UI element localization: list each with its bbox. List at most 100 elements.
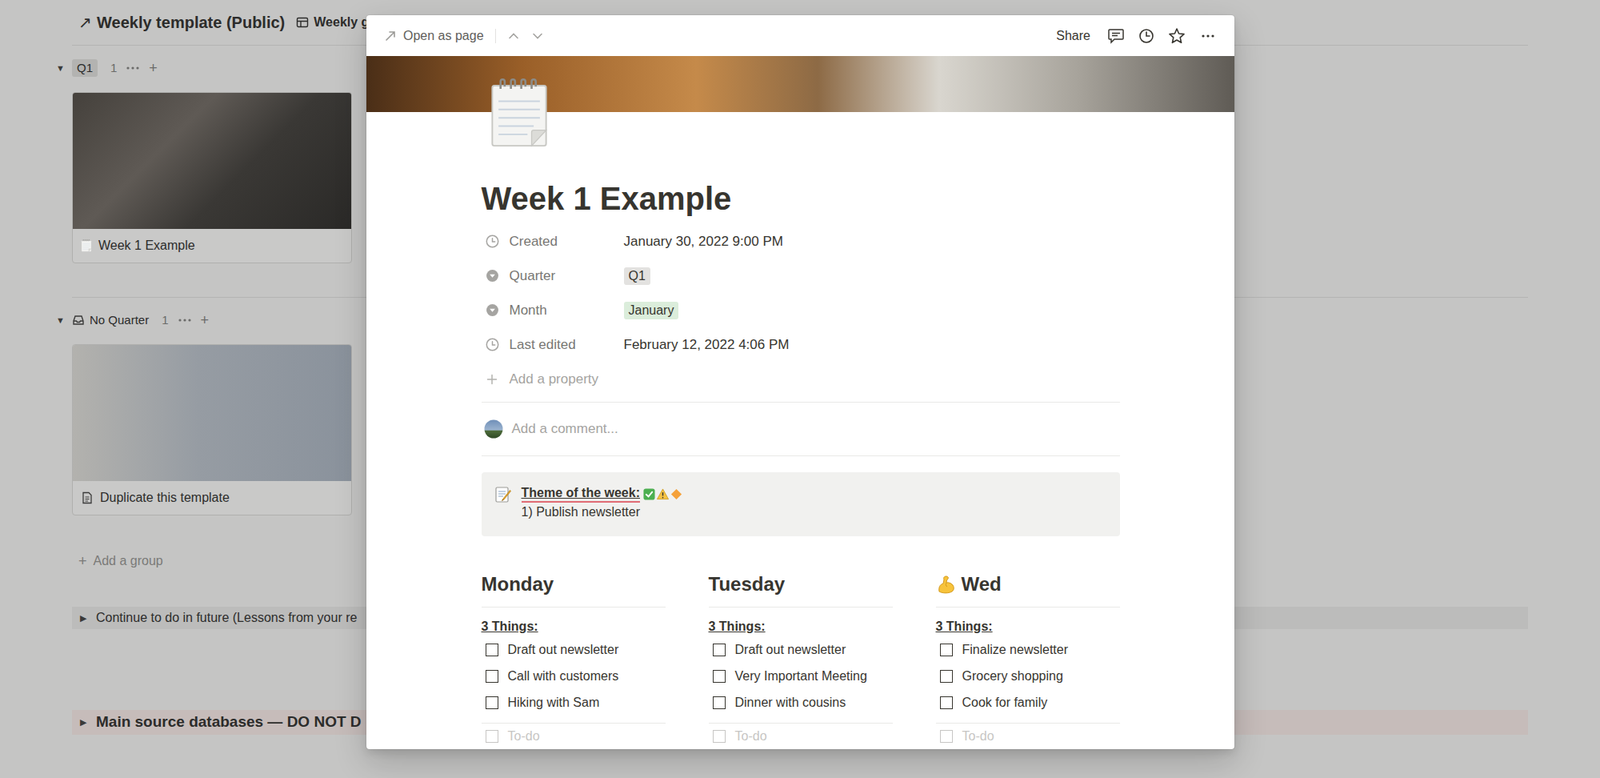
day-heading: Tuesday xyxy=(708,571,893,608)
todo-checkbox[interactable] xyxy=(940,643,953,656)
callout-text: Theme of the week:1) Publish newsletter xyxy=(521,484,683,522)
plus-icon: + xyxy=(78,550,88,572)
property-row: MonthJanuary xyxy=(481,292,1120,328)
new-todo-row[interactable]: To-do xyxy=(481,722,666,749)
star-icon[interactable] xyxy=(1168,27,1186,45)
property-value: February 12, 2022 4:06 PM xyxy=(624,334,790,356)
property-tag[interactable]: Q1 xyxy=(624,267,651,285)
page-notepad-icon[interactable] xyxy=(488,78,551,149)
add-property-button[interactable]: Add a property xyxy=(481,361,1120,396)
todo-placeholder[interactable]: To-do xyxy=(508,726,540,746)
property-label[interactable]: Month xyxy=(509,300,624,321)
todo-checkbox-empty[interactable] xyxy=(712,729,726,743)
separator xyxy=(495,28,496,44)
add-group-label[interactable]: Add a group xyxy=(93,551,164,571)
toggle-arrow[interactable]: ▶ xyxy=(80,611,87,625)
comment-row: Add a comment... xyxy=(481,401,1120,456)
group-count: 1 xyxy=(110,59,117,78)
board-card[interactable]: Duplicate this template xyxy=(72,344,352,516)
todo-checkbox[interactable] xyxy=(940,696,953,709)
add-card-button[interactable]: + xyxy=(148,57,158,80)
page-peek-modal: Open as pageShareWeek 1 ExampleCreatedJa… xyxy=(366,15,1235,749)
card-title[interactable]: Duplicate this template xyxy=(100,488,230,508)
new-todo-row[interactable]: To-do xyxy=(936,722,1120,749)
todo-placeholder[interactable]: To-do xyxy=(735,726,768,746)
orange-diamond-icon xyxy=(670,488,683,500)
todo-item[interactable]: Draft out newsletter xyxy=(481,636,666,663)
property-value: January 30, 2022 9:00 PM xyxy=(624,231,784,252)
view-tab-label[interactable]: Weekly g xyxy=(313,12,369,32)
more-icon[interactable] xyxy=(1199,34,1217,38)
toggle-arrow[interactable]: ▶ xyxy=(80,715,87,729)
todo-checkbox[interactable] xyxy=(712,643,726,656)
group-toggle[interactable]: ▼ xyxy=(56,61,72,76)
todo-checkbox[interactable] xyxy=(940,669,953,683)
card-title-row: Week 1 Example xyxy=(72,228,352,263)
callout: Theme of the week:1) Publish newsletter xyxy=(481,472,1120,536)
property-label[interactable]: Quarter xyxy=(509,265,624,287)
day-column: Tuesday 3 Things: Draft out newsletter Very… xyxy=(708,571,893,749)
warning-icon xyxy=(656,488,669,500)
select-icon xyxy=(485,303,500,317)
todo-item[interactable]: Very Important Meeting xyxy=(708,662,893,689)
todo-checkbox[interactable] xyxy=(712,696,726,709)
card-cover xyxy=(72,344,352,481)
group-name[interactable]: Q1 xyxy=(72,59,98,77)
memo-icon xyxy=(493,484,513,504)
todo-item[interactable]: Call with customers xyxy=(481,662,666,689)
todo-item[interactable]: Hiking with Sam xyxy=(481,688,666,716)
add-card-button[interactable]: + xyxy=(200,309,210,332)
group-name-label[interactable]: No Quarter xyxy=(89,311,149,330)
property-row: Last editedFebruary 12, 2022 4:06 PM xyxy=(481,327,1120,362)
todo-text: Draft out newsletter xyxy=(735,640,847,660)
todo-item[interactable]: Grocery shopping xyxy=(936,662,1120,689)
todo-checkbox-empty[interactable] xyxy=(485,729,499,743)
history-clock-icon[interactable] xyxy=(1138,28,1155,44)
property-label[interactable]: Last edited xyxy=(509,334,624,356)
todo-item[interactable]: Draft out newsletter xyxy=(708,636,893,663)
group-toggle[interactable]: ▼ xyxy=(56,313,72,328)
chevron-up-icon[interactable] xyxy=(507,29,520,43)
todo-text: Hiking with Sam xyxy=(508,692,600,712)
callout-title: Theme of the week: xyxy=(521,484,640,503)
todo-item[interactable]: Cook for family xyxy=(936,688,1120,716)
todo-placeholder[interactable]: To-do xyxy=(962,726,995,746)
todo-text: Draft out newsletter xyxy=(508,640,620,660)
todo-item[interactable]: Finalize newsletter xyxy=(936,636,1120,663)
database-title[interactable]: Weekly template (Public) xyxy=(96,10,285,35)
group-name[interactable]: No Quarter xyxy=(72,311,149,330)
comment-icon[interactable] xyxy=(1107,28,1125,44)
comment-input[interactable]: Add a comment... xyxy=(512,418,619,440)
todo-checkbox[interactable] xyxy=(712,669,726,683)
day-heading: Monday xyxy=(481,571,666,608)
link-arrow-icon: ↗ xyxy=(78,10,92,35)
day-heading-label: Wed xyxy=(961,571,1002,597)
page-title[interactable]: Week 1 Example xyxy=(481,179,1120,218)
todo-checkbox[interactable] xyxy=(485,696,499,709)
new-todo-row[interactable]: To-do xyxy=(708,722,893,749)
property-tag[interactable]: January xyxy=(624,301,680,320)
todo-text: Very Important Meeting xyxy=(735,666,868,686)
more-icon[interactable] xyxy=(178,318,192,322)
check-mark-icon xyxy=(643,488,656,500)
todo-text: Dinner with cousins xyxy=(735,692,847,712)
topbar-actions: Share xyxy=(1056,26,1217,46)
card-title[interactable]: Week 1 Example xyxy=(98,236,196,256)
chevron-down-icon[interactable] xyxy=(531,29,544,43)
property-label[interactable]: Created xyxy=(509,231,624,252)
callout-emojis xyxy=(643,488,683,500)
view-tab[interactable]: Weekly g xyxy=(296,12,369,32)
todo-item[interactable]: Dinner with cousins xyxy=(708,688,893,716)
open-as-page-label[interactable]: Open as page xyxy=(403,26,484,46)
todo-checkbox[interactable] xyxy=(485,643,499,656)
day-subheading: 3 Things: xyxy=(708,616,893,636)
todo-checkbox-empty[interactable] xyxy=(940,729,953,743)
table-icon xyxy=(296,16,309,29)
add-property-label[interactable]: Add a property xyxy=(509,368,600,390)
share-button[interactable]: Share xyxy=(1056,26,1091,46)
todo-checkbox[interactable] xyxy=(485,669,499,683)
more-icon[interactable] xyxy=(126,66,140,70)
board-card[interactable]: Week 1 Example xyxy=(72,92,352,264)
open-as-page-button[interactable]: Open as page xyxy=(384,26,484,46)
page-background: ↗Weekly template (Public)Weekly g▼Q11+We… xyxy=(0,0,1600,778)
